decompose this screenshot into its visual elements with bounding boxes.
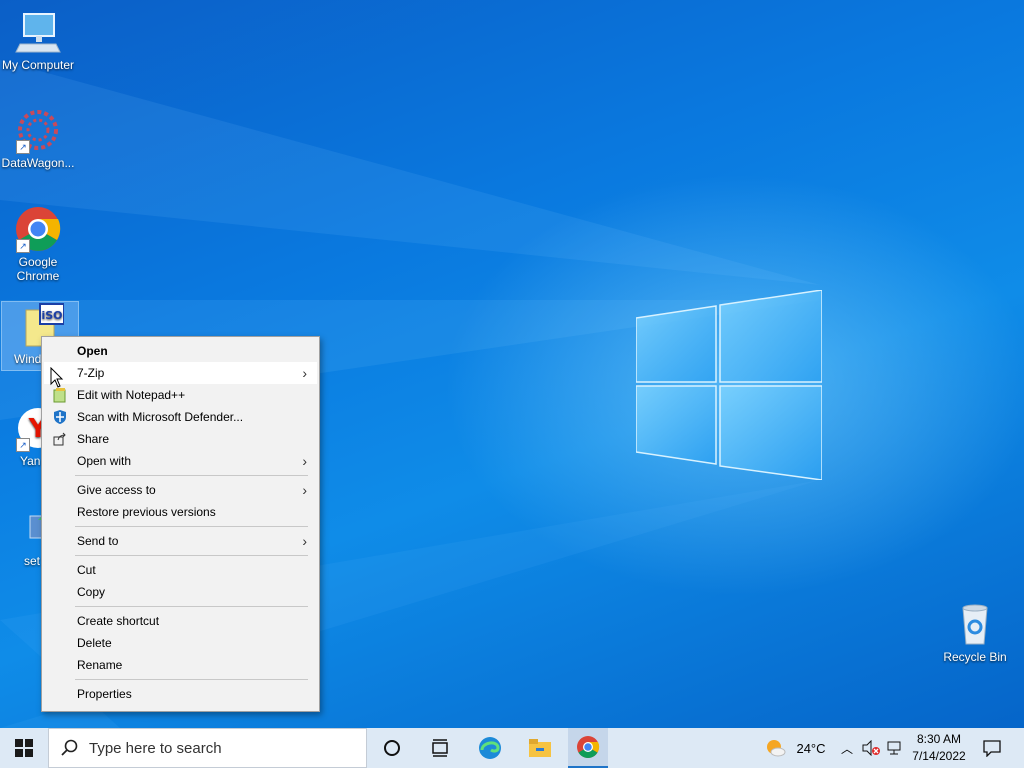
desktop-icon-label: My Computer: [1, 58, 75, 72]
share-icon: [52, 431, 68, 447]
menu-item-label: Rename: [77, 658, 123, 672]
menu-item-share[interactable]: Share: [44, 428, 317, 450]
taskbar-chrome-active[interactable]: [568, 728, 608, 768]
desktop-icon-datawagon[interactable]: ↗ DataWagon...: [0, 106, 76, 170]
desktop-icon-label: Recycle Bin: [943, 650, 1007, 664]
taskbar-search-box[interactable]: Type here to search: [48, 728, 367, 768]
windows-start-icon: [15, 739, 33, 757]
volume-muted-icon: [862, 740, 880, 756]
menu-item-copy[interactable]: Copy: [44, 581, 317, 603]
clock-date: 7/14/2022: [912, 749, 966, 763]
chevron-right-icon: ›: [302, 482, 307, 498]
chevron-right-icon: ›: [302, 365, 307, 381]
menu-item-delete[interactable]: Delete: [44, 632, 317, 654]
menu-item-label: Open with: [77, 454, 132, 468]
chevron-right-icon: ›: [302, 533, 307, 549]
menu-item-edit-notepadpp[interactable]: Edit with Notepad++: [44, 384, 317, 406]
menu-item-7zip[interactable]: 7-Zip ›: [44, 362, 317, 384]
menu-item-label: Restore previous versions: [77, 505, 216, 519]
menu-item-label: Copy: [77, 585, 106, 599]
weather-temp: 24°C: [796, 740, 826, 756]
menu-item-open[interactable]: Open: [44, 340, 317, 362]
windows-logo-wallpaper: [636, 290, 822, 480]
menu-item-label: Give access to: [77, 483, 156, 497]
chevron-right-icon: ›: [302, 453, 307, 469]
start-button[interactable]: [0, 728, 48, 768]
computer-icon: [14, 8, 62, 56]
cortana-button[interactable]: [372, 728, 412, 768]
menu-item-open-with[interactable]: Open with ›: [44, 450, 317, 472]
desktop-icon-google-chrome[interactable]: ↗ Google Chrome: [0, 205, 76, 283]
menu-separator: [75, 606, 308, 607]
shortcut-arrow-icon: ↗: [16, 239, 30, 253]
defender-icon: [52, 409, 68, 425]
notifications-button[interactable]: [978, 728, 1006, 768]
cortana-circle-icon: [384, 740, 400, 756]
network-button[interactable]: [884, 728, 906, 768]
edge-icon: [479, 737, 501, 759]
menu-item-label: Create shortcut: [77, 614, 160, 628]
task-view-button[interactable]: [420, 728, 460, 768]
menu-item-label: Delete: [77, 636, 112, 650]
notification-icon: [983, 740, 1001, 757]
clock[interactable]: 8:30 AM 7/14/2022: [908, 732, 970, 763]
menu-item-give-access[interactable]: Give access to ›: [44, 479, 317, 501]
desktop-icon-my-computer[interactable]: My Computer: [0, 8, 76, 72]
menu-item-cut[interactable]: Cut: [44, 559, 317, 581]
weather-sun-icon: [767, 740, 786, 757]
desktop-icon-recycle-bin[interactable]: Recycle Bin: [937, 600, 1013, 664]
menu-item-create-shortcut[interactable]: Create shortcut: [44, 610, 317, 632]
menu-item-restore-versions[interactable]: Restore previous versions: [44, 501, 317, 523]
notepadpp-icon: [52, 387, 68, 403]
clock-time: 8:30 AM: [916, 732, 962, 746]
menu-item-label: Cut: [77, 563, 96, 577]
shortcut-arrow-icon: ↗: [16, 438, 30, 452]
shortcut-arrow-icon: ↗: [16, 140, 30, 154]
context-menu: Open 7-Zip › Edit with Notepad++ Scan wi…: [41, 336, 320, 712]
chrome-icon: [577, 736, 600, 758]
taskbar-file-explorer[interactable]: [520, 728, 560, 768]
menu-item-label: Send to: [77, 534, 119, 548]
search-icon: [61, 739, 78, 756]
menu-item-label: Properties: [77, 687, 132, 701]
task-view-icon: [432, 739, 448, 757]
network-icon: [887, 741, 901, 755]
taskbar-edge[interactable]: [470, 728, 510, 768]
weather-widget[interactable]: 24°C: [760, 728, 830, 768]
menu-item-label: Share: [77, 432, 110, 446]
menu-separator: [75, 475, 308, 476]
mouse-cursor-icon: [50, 367, 64, 388]
search-placeholder: Type here to search: [89, 740, 222, 757]
menu-item-label: Open: [77, 344, 108, 358]
menu-item-label: 7-Zip: [77, 366, 105, 380]
chrome-icon: ↗: [14, 205, 62, 253]
menu-item-send-to[interactable]: Send to ›: [44, 530, 317, 552]
menu-item-label: Edit with Notepad++: [77, 388, 186, 402]
taskbar: Type here to search 24°C ︿ 8:30 AM 7/14/…: [0, 728, 1024, 768]
svg-text:iSO: iSO: [41, 309, 62, 322]
desktop-icon-label: DataWagon...: [1, 156, 75, 170]
menu-item-rename[interactable]: Rename: [44, 654, 317, 676]
datawagon-icon: ↗: [14, 106, 62, 154]
recycle-bin-icon: [951, 600, 999, 648]
menu-separator: [75, 526, 308, 527]
file-explorer-icon: [529, 739, 551, 757]
menu-item-properties[interactable]: Properties: [44, 683, 317, 705]
menu-separator: [75, 679, 308, 680]
menu-separator: [75, 555, 308, 556]
menu-item-scan-defender[interactable]: Scan with Microsoft Defender...: [44, 406, 317, 428]
chevron-up-icon: ︿: [840, 741, 853, 756]
show-hidden-icons-button[interactable]: ︿: [838, 728, 856, 768]
desktop-icon-label: Google Chrome: [16, 255, 60, 283]
menu-item-label: Scan with Microsoft Defender...: [77, 410, 244, 424]
volume-button[interactable]: [860, 728, 882, 768]
